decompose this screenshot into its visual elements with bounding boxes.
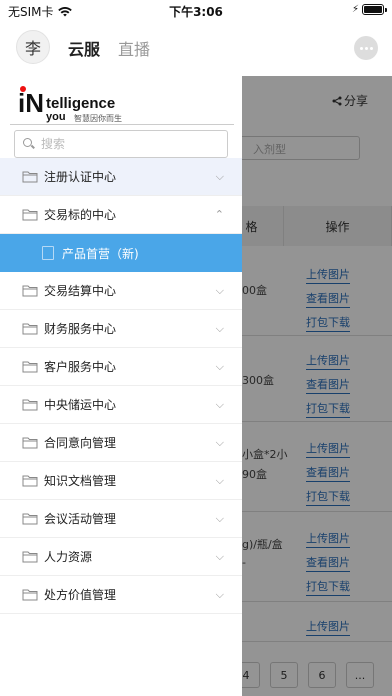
menu-item-knowledge-docs[interactable]: 知识文档管理 ⌵: [0, 462, 242, 500]
top-nav: 李 云服 直播: [0, 22, 392, 76]
document-icon: [42, 246, 54, 260]
tab-cloud-service[interactable]: 云服: [68, 36, 100, 60]
folder-icon: [22, 171, 38, 183]
logo-slogan: 智慧因你而生: [74, 114, 122, 123]
menu-subitem-product-first[interactable]: 产品首营（新): [0, 234, 242, 272]
menu-item-label: 客户服务中心: [44, 360, 117, 374]
chevron-down-icon: ⌵: [215, 397, 224, 411]
menu-item-registration[interactable]: 注册认证中心 ⌵: [0, 158, 242, 196]
chat-bubble-icon[interactable]: [354, 36, 378, 60]
menu-item-label: 合同意向管理: [44, 436, 117, 450]
folder-icon: [22, 551, 38, 563]
battery-icon: [362, 4, 387, 15]
charging-icon: ⚡: [351, 4, 359, 15]
menu-item-prescription-value[interactable]: 处方价值管理 ⌵: [0, 576, 242, 614]
status-bar: 无SIM卡 下午3:06 ⚡: [0, 0, 392, 22]
menu-item-finance[interactable]: 财务服务中心 ⌵: [0, 310, 242, 348]
chevron-up-icon: ⌃: [214, 208, 224, 221]
menu-item-contract[interactable]: 合同意向管理 ⌵: [0, 424, 242, 462]
menu-item-label: 财务服务中心: [44, 322, 117, 336]
chevron-down-icon: ⌵: [215, 321, 224, 335]
menu-item-settlement[interactable]: 交易结算中心 ⌵: [0, 272, 242, 310]
chevron-down-icon: ⌵: [215, 473, 224, 487]
side-drawer: iN telligence you 智慧因你而生 注册认证中心 ⌵ 交易标的中心…: [0, 76, 242, 696]
brand-logo: iN telligence you 智慧因你而生: [18, 82, 128, 123]
folder-icon: [22, 475, 38, 487]
folder-icon: [22, 209, 38, 221]
folder-icon: [22, 437, 38, 449]
menu-search-box[interactable]: [14, 130, 228, 158]
chevron-down-icon: ⌵: [215, 283, 224, 297]
folder-icon: [22, 399, 38, 411]
avatar[interactable]: 李: [16, 30, 50, 64]
menu-item-label: 注册认证中心: [44, 170, 117, 184]
tab-live[interactable]: 直播: [118, 36, 150, 60]
menu-item-label: 会议活动管理: [44, 512, 117, 526]
chevron-down-icon: ⌵: [215, 587, 224, 601]
chevron-down-icon: ⌵: [215, 359, 224, 373]
folder-icon: [22, 361, 38, 373]
menu-search-input[interactable]: [41, 137, 211, 151]
menu-item-label: 交易结算中心: [44, 284, 117, 298]
divider: [10, 124, 234, 125]
menu-item-label: 处方价值管理: [44, 588, 117, 602]
status-right: ⚡: [351, 4, 387, 15]
chevron-down-icon: ⌵: [215, 511, 224, 525]
logo-word-top: telligence: [46, 95, 116, 112]
folder-icon: [22, 589, 38, 601]
menu-item-label: 交易标的中心: [44, 208, 117, 222]
chevron-down-icon: ⌵: [215, 549, 224, 563]
menu-item-hr[interactable]: 人力资源 ⌵: [0, 538, 242, 576]
menu-item-meetings[interactable]: 会议活动管理 ⌵: [0, 500, 242, 538]
menu-item-central-storage[interactable]: 中央储运中心 ⌵: [0, 386, 242, 424]
menu-item-trading-targets[interactable]: 交易标的中心 ⌃: [0, 196, 242, 234]
menu-subitem-label: 产品首营（新): [62, 246, 139, 261]
chevron-down-icon: ⌵: [215, 169, 224, 183]
menu-item-label: 人力资源: [44, 550, 93, 564]
menu-item-customer-service[interactable]: 客户服务中心 ⌵: [0, 348, 242, 386]
menu-item-label: 中央储运中心: [44, 398, 117, 412]
menu-item-label: 知识文档管理: [44, 474, 117, 488]
chevron-down-icon: ⌵: [215, 435, 224, 449]
folder-icon: [22, 323, 38, 335]
search-icon: [23, 138, 35, 150]
logo-word-bottom: you: [46, 111, 66, 123]
folder-icon: [22, 513, 38, 525]
folder-icon: [22, 285, 38, 297]
logo-prefix: iN: [18, 88, 44, 118]
status-time: 下午3:06: [169, 5, 223, 19]
